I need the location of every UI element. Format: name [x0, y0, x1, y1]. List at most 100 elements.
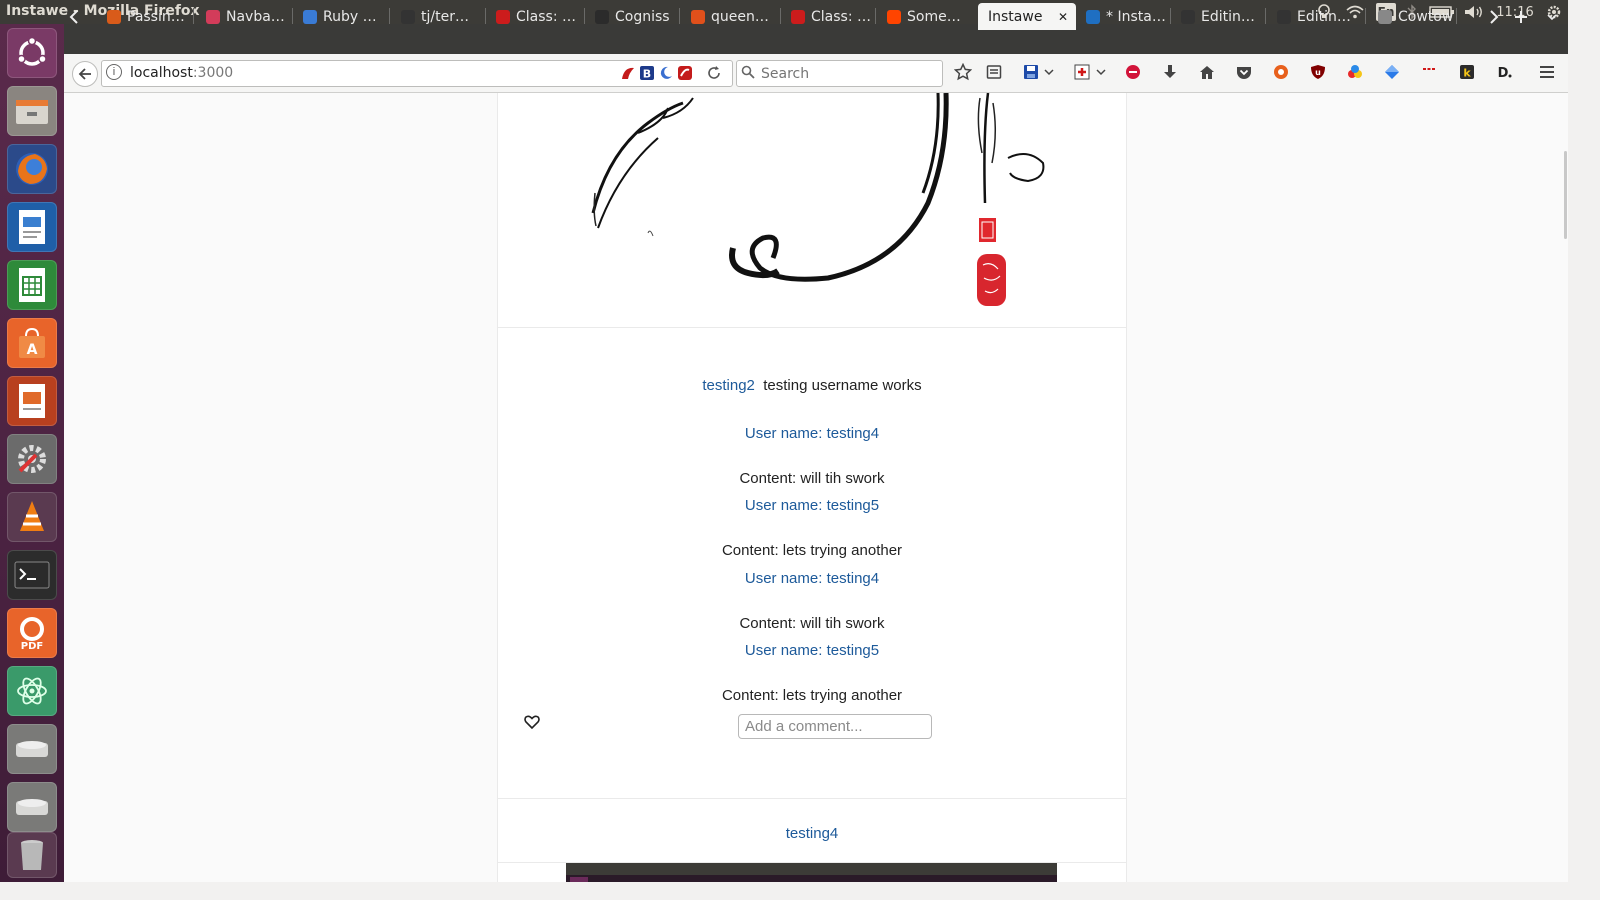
post-author-link[interactable]: testing2 [702, 377, 755, 394]
pocket-icon[interactable] [1234, 62, 1254, 82]
tab-favicon-icon [206, 9, 220, 24]
back-arrow-icon[interactable] [72, 61, 98, 87]
trash-icon[interactable] [7, 832, 57, 878]
comment-content: Content: will tih swork [739, 470, 885, 487]
save-icon[interactable] [1021, 62, 1041, 82]
tab[interactable]: Class: … [490, 3, 582, 30]
pocket-red-icon[interactable] [1123, 62, 1143, 82]
post-author-link[interactable]: testing4 [498, 825, 1126, 842]
extension-moon-icon[interactable] [658, 65, 674, 81]
tab-separator [1456, 8, 1457, 24]
tab[interactable]: tj/ter… [395, 3, 483, 30]
vlc-icon[interactable] [7, 492, 57, 542]
tab[interactable]: Editin… [1271, 3, 1363, 30]
tab-label: Navba… [226, 8, 285, 25]
tab-favicon-icon [303, 9, 317, 24]
tab[interactable]: Ruby … [297, 3, 387, 30]
svg-text:u: u [1315, 68, 1321, 77]
download-arrow-icon[interactable] [1160, 62, 1180, 82]
bookmark-b-icon[interactable]: B [639, 65, 655, 81]
extension-rubymine-icon[interactable] [677, 65, 693, 81]
tab-separator [1265, 8, 1266, 24]
tab-separator [875, 8, 876, 24]
extension-orange-icon[interactable] [1271, 62, 1291, 82]
impress-icon[interactable] [7, 376, 57, 426]
new-tab-icon[interactable] [1510, 3, 1532, 30]
tab-label: queen… [711, 8, 769, 25]
tab-separator [485, 8, 486, 24]
drive-icon[interactable] [7, 724, 57, 774]
tab[interactable]: Editin… [1175, 3, 1263, 30]
extension-k-icon[interactable]: k [1457, 62, 1477, 82]
tab-label: tj/ter… [421, 8, 469, 25]
extension-d-icon[interactable]: D [1494, 62, 1514, 82]
like-heart-icon[interactable] [524, 714, 540, 730]
firefox-icon[interactable] [7, 144, 57, 194]
tab-favicon-icon [1086, 9, 1100, 24]
extension-blue-diamond-icon[interactable] [1382, 62, 1402, 82]
tab-favicon-icon [107, 9, 121, 24]
tab-label: Passin… [127, 8, 185, 25]
tab-favicon-icon [1378, 9, 1392, 24]
chevron-down-icon[interactable] [1095, 62, 1107, 82]
tab-list-chevron-down-icon[interactable] [1542, 3, 1562, 30]
drive-icon[interactable] [7, 782, 57, 832]
tab[interactable]: Cowtown [1372, 3, 1454, 30]
files-icon[interactable] [7, 86, 57, 136]
ublock-icon[interactable]: u [1308, 62, 1328, 82]
writer-icon[interactable] [7, 202, 57, 252]
calc-icon[interactable] [7, 260, 57, 310]
page-viewport: testing2 testing username works User nam… [64, 93, 1568, 882]
extension-red-icon[interactable] [620, 65, 636, 81]
tabs-scroll-right-icon[interactable] [1484, 3, 1504, 30]
tab[interactable]: Instawe ✕ [978, 3, 1076, 30]
tab[interactable]: Class: … [785, 3, 873, 30]
volume-icon[interactable] [1463, 2, 1485, 22]
page-scrollbar[interactable] [1562, 93, 1568, 882]
tab-label: Class: … [811, 8, 871, 25]
url-bar[interactable]: i localhost:3000 B [101, 60, 733, 87]
svg-text:PDF: PDF [21, 641, 43, 651]
comment-username-link[interactable]: User name: testing4 [498, 570, 1126, 587]
atom-icon[interactable] [7, 666, 57, 716]
reading-list-icon[interactable] [984, 62, 1004, 82]
tab[interactable]: queen… [685, 3, 778, 30]
terminal-icon[interactable] [7, 550, 57, 600]
pdf-app-icon[interactable]: PDF [7, 608, 57, 658]
tab-label: Editin… [1201, 8, 1255, 25]
site-info-icon[interactable]: i [106, 64, 122, 80]
extension-colorful-icon[interactable] [1345, 62, 1365, 82]
hamburger-menu-icon[interactable] [1537, 62, 1557, 82]
comment-username-link[interactable]: User name: testing5 [498, 642, 1126, 659]
tab[interactable]: * Insta… [1080, 3, 1168, 30]
comment-content: Content: lets trying another [721, 542, 903, 559]
reload-icon[interactable] [706, 65, 722, 81]
home-icon[interactable] [1197, 62, 1217, 82]
tab[interactable]: Cogniss [589, 3, 677, 30]
extension-dots-icon[interactable] [1419, 62, 1439, 82]
software-center-icon[interactable]: A [7, 318, 57, 368]
search-bar[interactable] [736, 60, 943, 87]
chevron-down-icon[interactable] [1043, 62, 1055, 82]
tab-favicon-icon [887, 9, 901, 24]
tab[interactable]: Passin… [101, 3, 191, 30]
tab-label: Ruby … [323, 8, 377, 25]
comment-username-link[interactable]: User name: testing4 [498, 425, 1126, 442]
tab-favicon-icon [791, 9, 805, 24]
unity-launcher: A PDF [0, 24, 64, 882]
comment-username-link[interactable]: User name: testing5 [498, 497, 1126, 514]
url-text[interactable]: localhost:3000 [130, 65, 233, 81]
add-comment-input[interactable] [738, 714, 932, 739]
tabs-scroll-left-icon[interactable] [64, 3, 84, 30]
bookmark-star-icon[interactable] [953, 62, 973, 82]
tab[interactable]: Navba… [200, 3, 290, 30]
close-tab-icon[interactable]: ✕ [1058, 10, 1068, 24]
tab[interactable]: Some… [881, 3, 973, 30]
tab-label: Cowtown [1398, 8, 1454, 25]
add-extension-icon[interactable] [1072, 62, 1092, 82]
system-settings-icon[interactable] [7, 434, 57, 484]
ubuntu-dash-icon[interactable] [7, 28, 57, 78]
svg-text:D: D [1498, 66, 1509, 80]
scrollbar-thumb[interactable] [1564, 151, 1567, 239]
search-input[interactable] [759, 63, 938, 84]
